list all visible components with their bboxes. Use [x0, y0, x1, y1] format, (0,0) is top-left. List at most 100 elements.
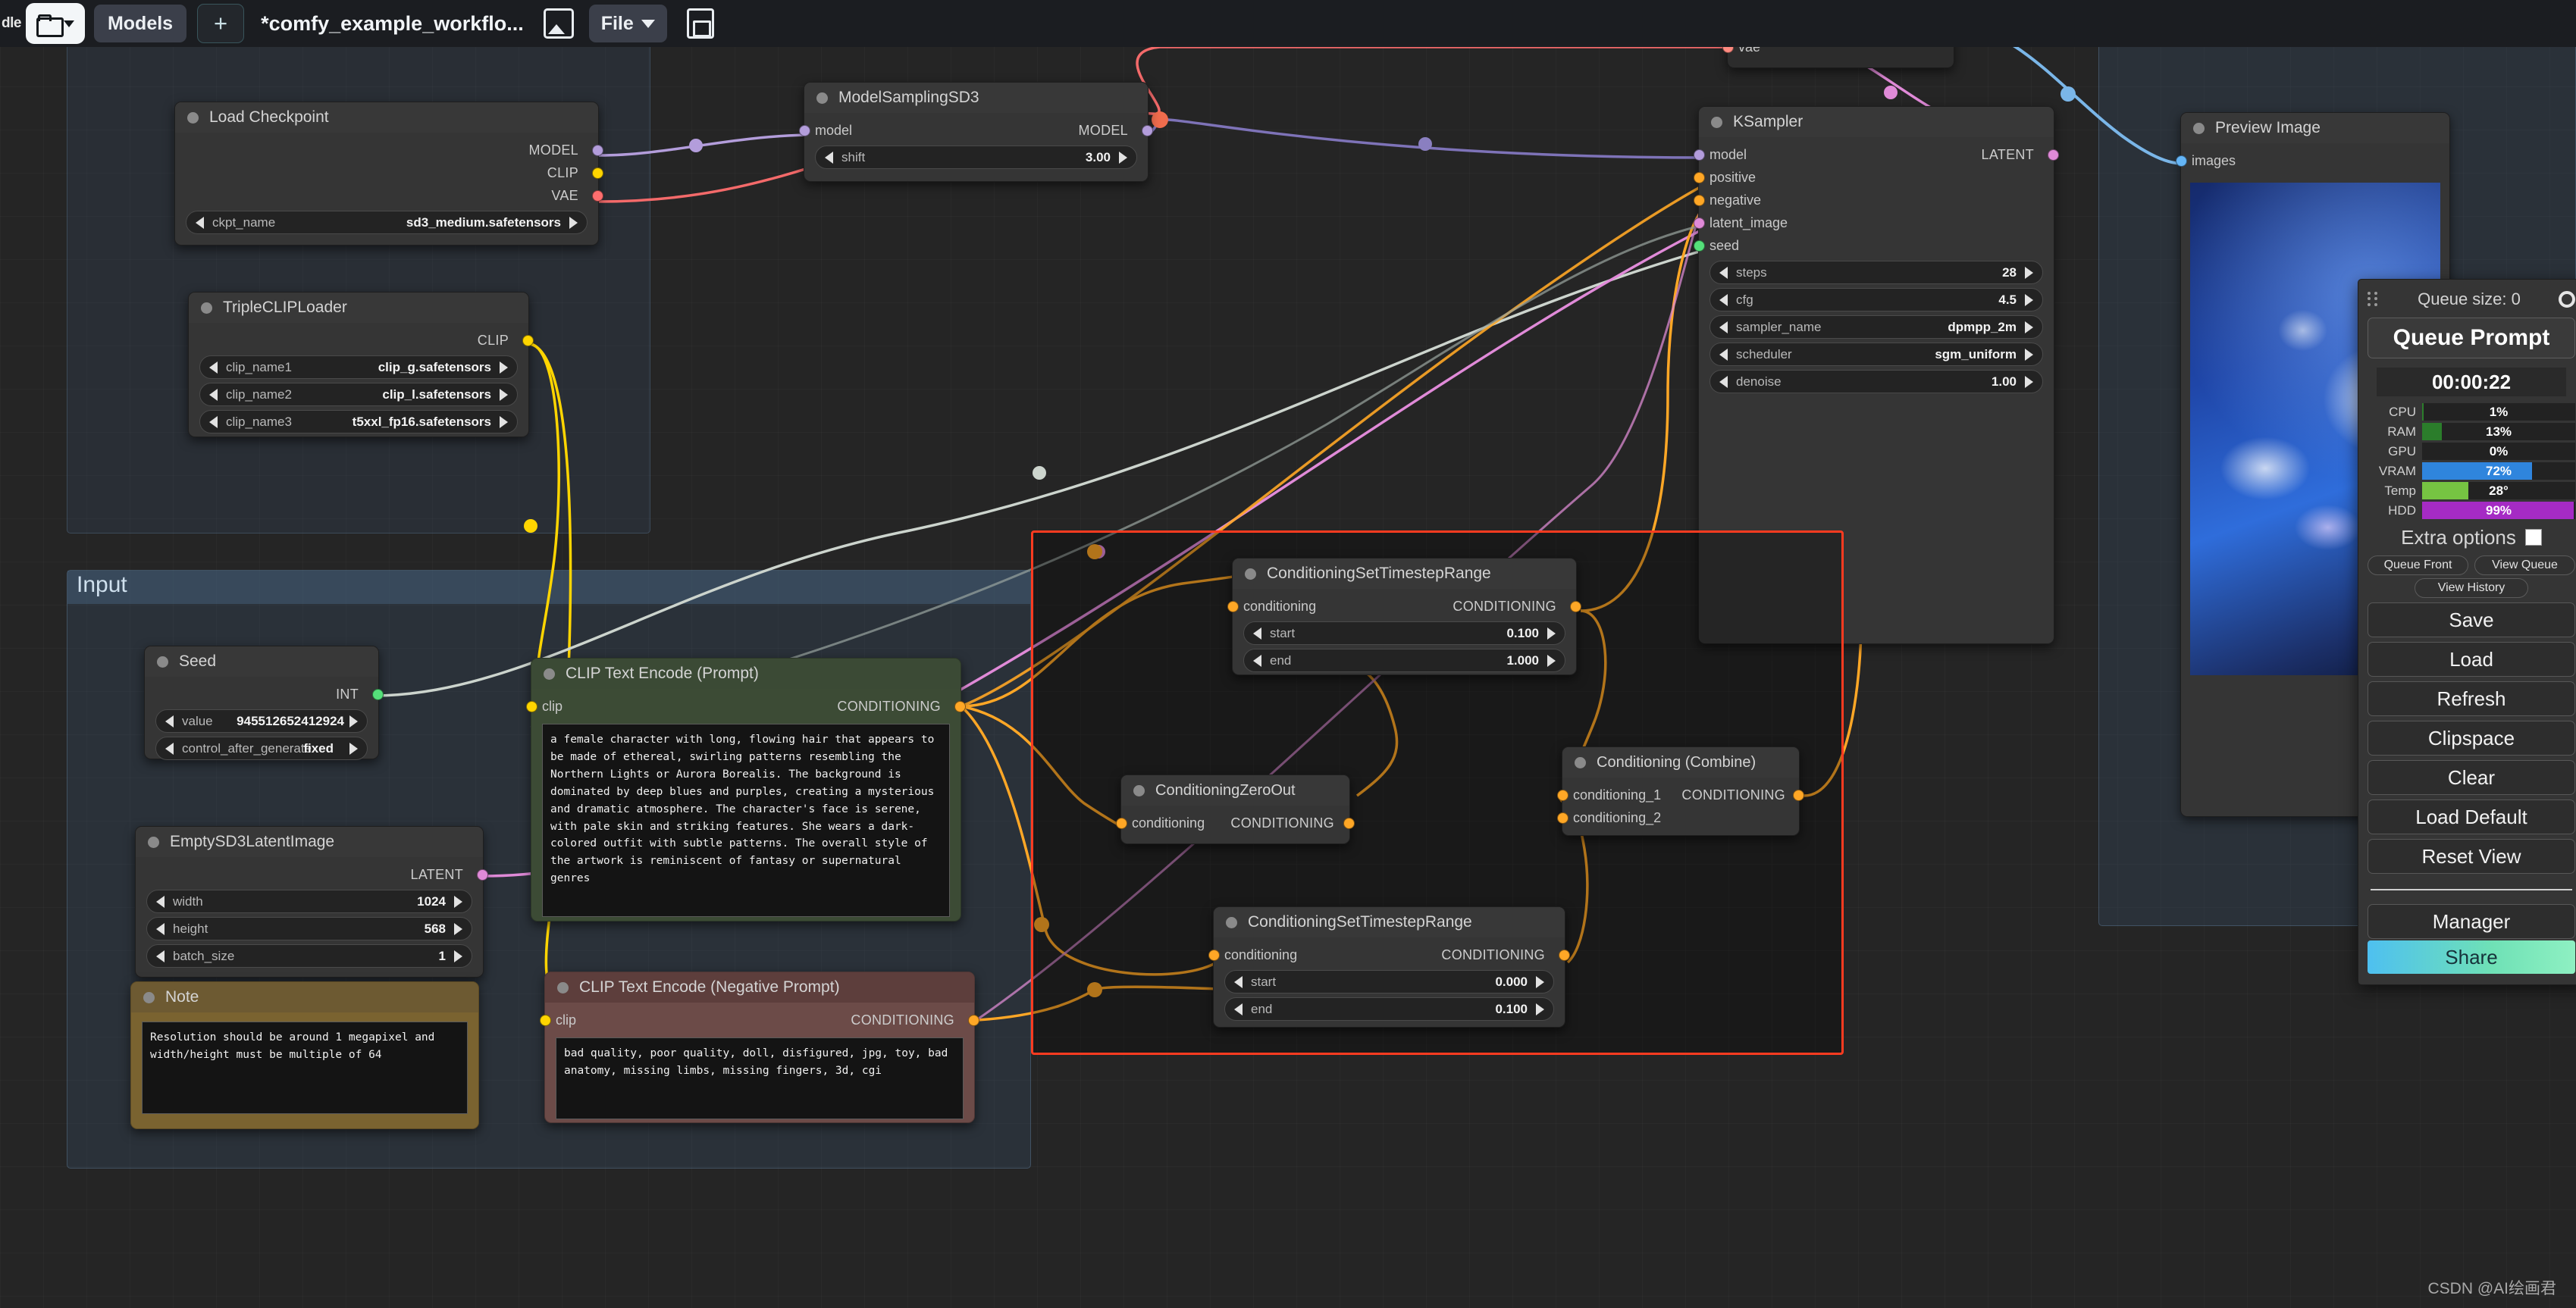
port-model-in[interactable]	[1694, 149, 1705, 161]
load-button[interactable]: Load	[2368, 642, 2575, 677]
port-conditioning-out[interactable]	[968, 1015, 979, 1026]
port-int-out[interactable]	[372, 689, 384, 700]
decrement-arrow-icon[interactable]	[209, 361, 218, 374]
port-latent-out[interactable]	[2048, 149, 2059, 161]
node-collapse-dot[interactable]	[1245, 568, 1256, 580]
widget-clip-name2[interactable]: clip_name2 clip_l.safetensors	[199, 383, 518, 406]
port-conditioning-out[interactable]	[1559, 950, 1570, 961]
decrement-arrow-icon[interactable]	[1719, 348, 1728, 361]
port-conditioning-in[interactable]	[1208, 950, 1220, 961]
increment-arrow-icon[interactable]	[1547, 654, 1556, 667]
decrement-arrow-icon[interactable]	[1234, 975, 1243, 988]
port-conditioning-2-in[interactable]	[1557, 812, 1568, 824]
node-conditioning-combine[interactable]: Conditioning (Combine) conditioning_1 CO…	[1557, 746, 1804, 836]
image-icon[interactable]	[543, 8, 574, 39]
widget-sampler-name[interactable]: sampler_name dpmpp_2m	[1709, 315, 2043, 339]
node-collapse-dot[interactable]	[1711, 116, 1722, 128]
node-title-bar[interactable]: Load Checkpoint	[175, 102, 598, 133]
increment-arrow-icon[interactable]	[1536, 975, 1544, 988]
widget-width[interactable]: width 1024	[146, 890, 472, 913]
increment-arrow-icon[interactable]	[349, 715, 358, 728]
node-collapse-dot[interactable]	[544, 668, 555, 680]
widget-end[interactable]: end 1.000	[1243, 649, 1565, 672]
view-history-button[interactable]: View History	[2415, 578, 2528, 598]
decrement-arrow-icon[interactable]	[1253, 627, 1261, 640]
node-collapse-dot[interactable]	[201, 302, 212, 314]
node-collapse-dot[interactable]	[1133, 784, 1145, 796]
workflows-folder-button[interactable]	[25, 3, 85, 44]
port-conditioning-in[interactable]	[1227, 601, 1239, 612]
port-conditioning-out[interactable]	[954, 701, 966, 712]
increment-arrow-icon[interactable]	[500, 361, 508, 374]
decrement-arrow-icon[interactable]	[209, 415, 218, 428]
queue-front-button[interactable]: Queue Front	[2368, 555, 2468, 575]
node-title-bar[interactable]: KSampler	[1699, 107, 2054, 137]
widget-scheduler[interactable]: scheduler sgm_uniform	[1709, 343, 2043, 366]
node-collapse-dot[interactable]	[1575, 756, 1586, 768]
node-title-bar[interactable]: TripleCLIPLoader	[189, 293, 528, 323]
node-conditioning-set-timestep-range-2[interactable]: ConditioningSetTimestepRange conditionin…	[1208, 906, 1570, 1028]
share-button[interactable]: Share	[2368, 940, 2575, 974]
workflow-tab-title[interactable]: *comfy_example_workflo...	[261, 12, 524, 36]
increment-arrow-icon[interactable]	[454, 950, 462, 962]
widget-steps[interactable]: steps 28	[1709, 261, 2043, 284]
node-title-bar[interactable]: Preview Image	[2181, 113, 2449, 143]
node-load-checkpoint[interactable]: Load Checkpoint MODEL CLIP VAE ckpt_name…	[174, 102, 603, 246]
node-model-sampling-sd3[interactable]: ModelSamplingSD3 model MODEL shift 3.00	[799, 82, 1153, 182]
negative-prompt-textarea[interactable]: bad quality, poor quality, doll, disfigu…	[556, 1037, 964, 1119]
new-workflow-tab-button[interactable]: +	[197, 4, 245, 43]
node-triple-clip-loader[interactable]: TripleCLIPLoader CLIP clip_name1 clip_g.…	[188, 292, 534, 437]
drag-handle-icon[interactable]	[2368, 292, 2380, 307]
increment-arrow-icon[interactable]	[500, 388, 508, 401]
node-ksampler[interactable]: KSampler model LATENT positive negative …	[1694, 106, 2059, 644]
decrement-arrow-icon[interactable]	[1719, 293, 1728, 306]
save-disk-icon[interactable]	[686, 8, 714, 39]
node-conditioning-set-timestep-range-1[interactable]: ConditioningSetTimestepRange conditionin…	[1227, 558, 1581, 675]
widget-height[interactable]: height 568	[146, 917, 472, 940]
widget-end[interactable]: end 0.100	[1224, 997, 1554, 1021]
side-menu-header[interactable]: Queue size: 0	[2368, 286, 2575, 313]
port-conditioning-in[interactable]	[1116, 818, 1127, 829]
increment-arrow-icon[interactable]	[1536, 1003, 1544, 1015]
node-title-bar[interactable]: ConditioningSetTimestepRange	[1214, 907, 1565, 937]
node-collapse-dot[interactable]	[187, 111, 199, 124]
increment-arrow-icon[interactable]	[2025, 375, 2033, 388]
port-latent-out[interactable]	[477, 869, 488, 881]
node-title-bar[interactable]: Seed	[145, 646, 378, 677]
comfy-side-menu[interactable]: Queue size: 0 Queue Prompt 00:00:22 CPU …	[2358, 279, 2576, 985]
port-model-out[interactable]	[1142, 125, 1153, 136]
decrement-arrow-icon[interactable]	[1719, 321, 1728, 333]
decrement-arrow-icon[interactable]	[165, 715, 174, 728]
reset-view-button[interactable]: Reset View	[2368, 839, 2575, 874]
node-note[interactable]: Note Resolution should be around 1 megap…	[130, 981, 479, 1129]
node-title-bar[interactable]: Note	[131, 982, 478, 1012]
file-menu-button[interactable]: File	[588, 5, 667, 42]
node-collapse-dot[interactable]	[148, 836, 159, 848]
port-negative-in[interactable]	[1694, 195, 1705, 206]
port-clip-out[interactable]	[592, 167, 603, 179]
port-conditioning-out[interactable]	[1793, 790, 1804, 801]
group-input-header[interactable]	[67, 571, 1030, 604]
node-conditioning-zero-out[interactable]: ConditioningZeroOut conditioning CONDITI…	[1116, 774, 1355, 844]
port-images-in[interactable]	[2176, 155, 2187, 167]
node-title-bar[interactable]: EmptySD3LatentImage	[136, 827, 483, 857]
increment-arrow-icon[interactable]	[569, 216, 578, 229]
queue-prompt-button[interactable]: Queue Prompt	[2368, 318, 2575, 358]
node-title-bar[interactable]: CLIP Text Encode (Negative Prompt)	[545, 972, 974, 1003]
decrement-arrow-icon[interactable]	[1719, 375, 1728, 388]
node-title-bar[interactable]: ModelSamplingSD3	[804, 83, 1148, 113]
decrement-arrow-icon[interactable]	[156, 895, 165, 908]
increment-arrow-icon[interactable]	[2025, 348, 2033, 361]
node-seed[interactable]: Seed INT value 945512652412924 control_a…	[144, 646, 384, 760]
increment-arrow-icon[interactable]	[2025, 293, 2033, 306]
widget-control-after-generate[interactable]: control_after_generate fixed	[155, 737, 368, 760]
load-default-button[interactable]: Load Default	[2368, 800, 2575, 834]
decrement-arrow-icon[interactable]	[156, 950, 165, 962]
widget-denoise[interactable]: denoise 1.00	[1709, 370, 2043, 393]
widget-shift[interactable]: shift 3.00	[815, 146, 1137, 169]
increment-arrow-icon[interactable]	[2025, 321, 2033, 333]
port-latent-image-in[interactable]	[1694, 217, 1705, 229]
widget-clip-name1[interactable]: clip_name1 clip_g.safetensors	[199, 355, 518, 379]
port-clip-in[interactable]	[540, 1015, 551, 1026]
increment-arrow-icon[interactable]	[1547, 627, 1556, 640]
